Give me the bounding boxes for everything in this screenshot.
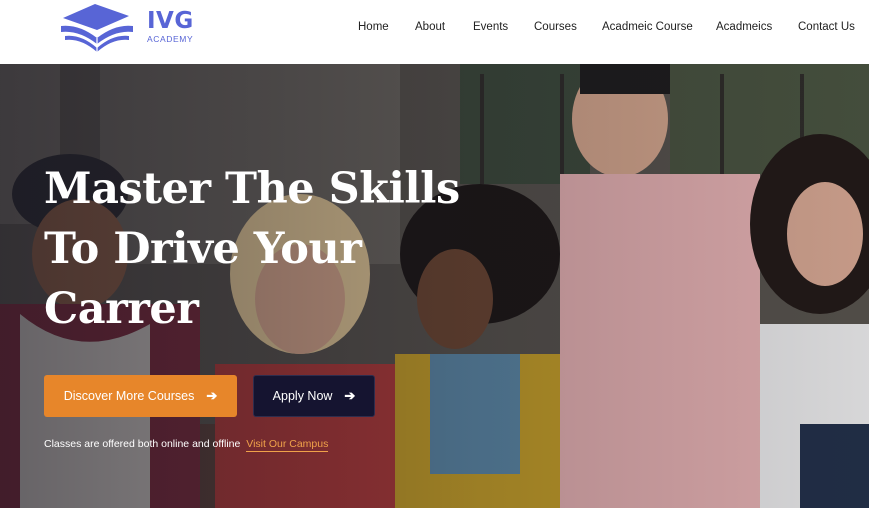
classes-info: Classes are offered both online and offl… — [44, 438, 329, 452]
nav-item-home[interactable]: Home — [358, 18, 389, 36]
nav-item-academic-course[interactable]: Acadmeic Course — [602, 18, 693, 36]
brand-subtitle: ACADEMY — [147, 34, 194, 44]
apply-now-button[interactable]: Apply Now ➔ — [253, 375, 375, 417]
arrow-right-icon: ➔ — [344, 388, 356, 403]
site-header: IVG ACADEMY Home About Events Courses Ac… — [0, 0, 869, 64]
nav-item-academics[interactable]: Acadmeics — [716, 18, 772, 36]
apply-now-label: Apply Now — [272, 389, 333, 403]
nav-item-about[interactable]: About — [415, 18, 445, 36]
hero-title-line: To Drive Your — [44, 224, 362, 274]
nav-item-courses[interactable]: Courses — [534, 18, 577, 36]
nav-item-contact[interactable]: Contact Us — [798, 18, 855, 36]
discover-courses-label: Discover More Courses — [63, 389, 195, 403]
main-nav: Home About Events Courses Acadmeic Cours… — [0, 18, 869, 36]
arrow-right-icon: ➔ — [206, 388, 218, 403]
hero-section: Master The Skills To Drive Your Carrer D… — [0, 64, 869, 508]
discover-courses-button[interactable]: Discover More Courses ➔ — [44, 375, 237, 417]
hero-title-line: Master The Skills — [44, 164, 460, 214]
hero-title: Master The Skills To Drive Your Carrer — [44, 159, 464, 339]
hero-title-line: Carrer — [44, 284, 199, 334]
nav-item-events[interactable]: Events — [473, 18, 508, 36]
visit-campus-link[interactable]: Visit Our Campus — [246, 438, 329, 452]
classes-info-text: Classes are offered both online and offl… — [44, 438, 241, 450]
